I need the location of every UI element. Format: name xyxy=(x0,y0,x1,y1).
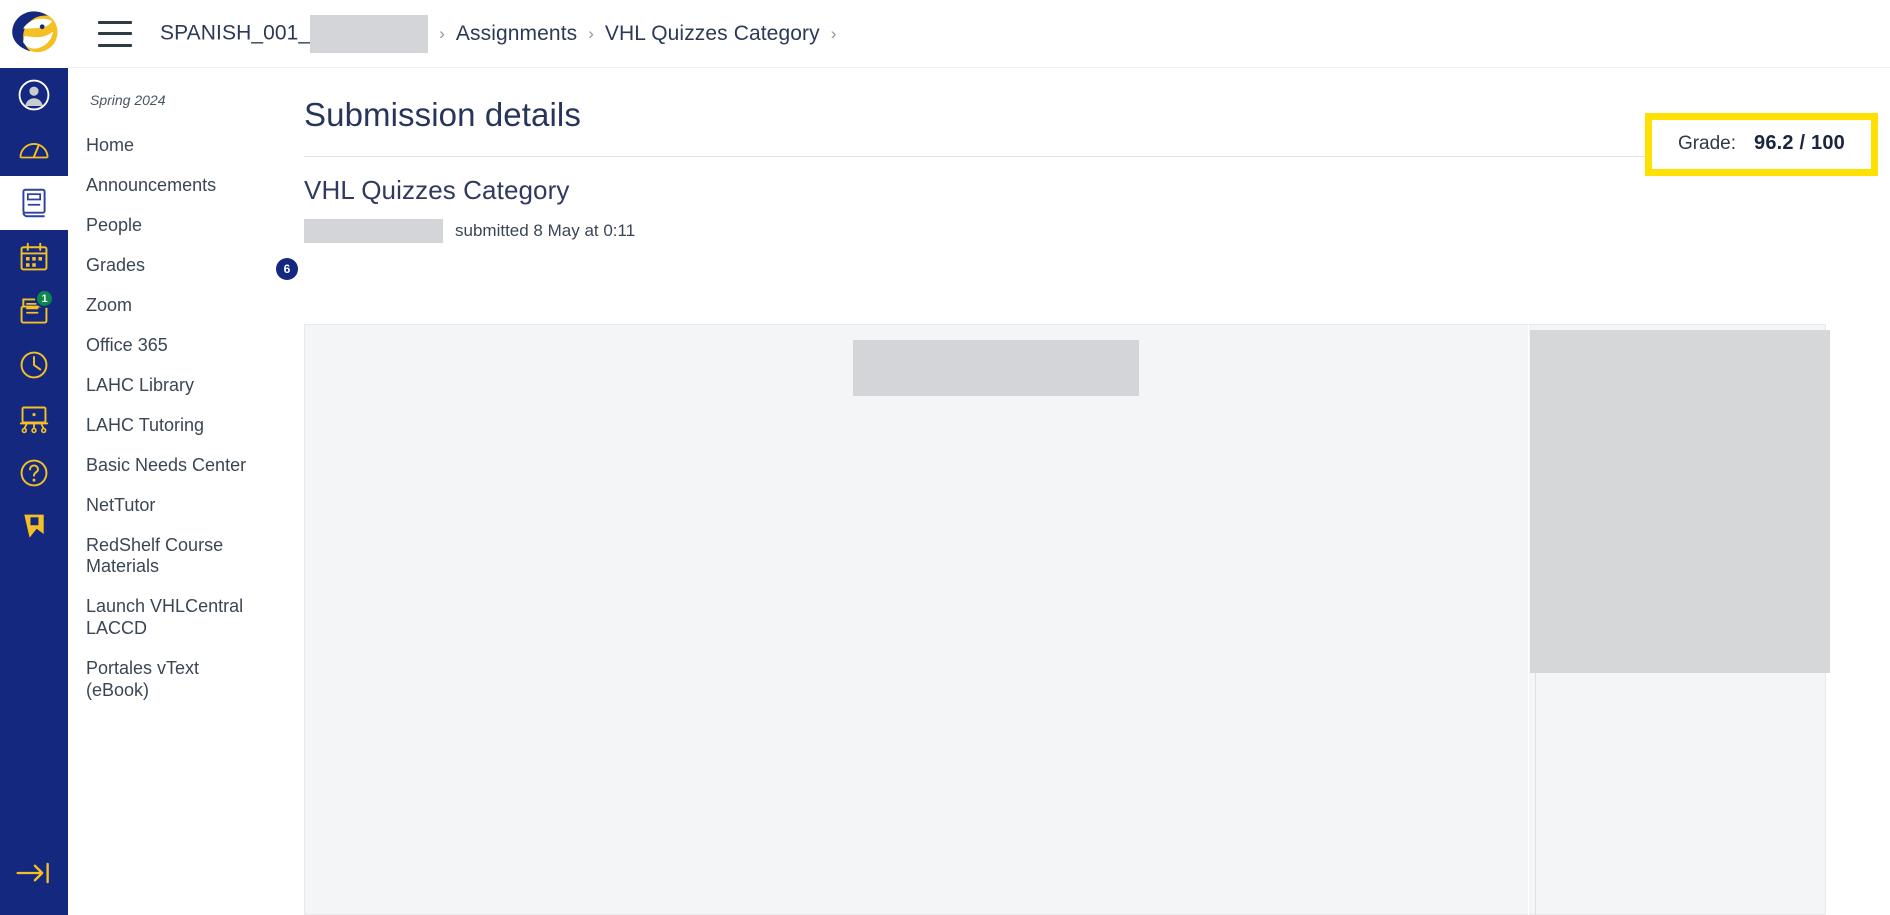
breadcrumb-separator: › xyxy=(830,23,837,43)
sidebar-item-announcements[interactable]: Announcements xyxy=(68,166,304,206)
main-content: Submission details VHL Quizzes Category … xyxy=(304,68,1890,915)
breadcrumb: SPANISH_001_ › Assignments › VHL Quizzes… xyxy=(160,14,847,53)
gnav-item-history[interactable] xyxy=(0,338,68,392)
sidebar-item-label: Basic Needs Center xyxy=(86,454,247,475)
sidebar-item-nettutor[interactable]: NetTutor xyxy=(68,486,304,526)
grade-value: 96.2 / 100 xyxy=(1754,132,1845,154)
gnav-item-bookmark[interactable] xyxy=(0,500,68,554)
courses-icon xyxy=(22,188,46,218)
breadcrumb-course-redacted xyxy=(310,14,429,53)
hamburger-line xyxy=(98,20,132,24)
preview-redacted-block-side xyxy=(1530,330,1830,673)
title-divider xyxy=(304,156,1860,157)
sidebar-item-zoom[interactable]: Zoom xyxy=(68,286,304,326)
sidebar-item-label: Office 365 xyxy=(86,334,168,355)
breadcrumb-item-course[interactable]: SPANISH_001_ xyxy=(160,14,429,53)
sidebar-item-label: NetTutor xyxy=(86,494,156,515)
sidebar-item-lahc-library[interactable]: LAHC Library xyxy=(68,366,304,406)
sidebar-item-portales-vtext-ebook[interactable]: Portales vText (eBook) xyxy=(68,649,304,711)
calendar-icon xyxy=(20,242,48,271)
sidebar-item-label: LAHC Library xyxy=(86,374,195,395)
gnav-item-help[interactable] xyxy=(0,446,68,500)
assignment-title: VHL Quizzes Category xyxy=(304,175,570,205)
submitted-timestamp: submitted 8 May at 0:11 xyxy=(455,221,636,240)
sidebar-item-label: Launch VHLCentral LACCD xyxy=(86,596,244,639)
dashboard-icon xyxy=(19,142,49,159)
hamburger-line xyxy=(98,43,132,47)
sidebar-item-label: Zoom xyxy=(86,294,133,315)
breadcrumb-separator: › xyxy=(588,23,594,43)
gnav-item-dashboard[interactable] xyxy=(0,122,68,176)
history-icon xyxy=(20,351,48,379)
sidebar-item-launch-vhlcentral-laccd[interactable]: Launch VHLCentral LACCD xyxy=(68,587,304,649)
breadcrumb-item-assignments[interactable]: Assignments xyxy=(456,22,577,46)
sidebar-item-redshelf-course-materials[interactable]: RedShelf Course Materials xyxy=(68,526,304,588)
term-label: Spring 2024 xyxy=(90,92,166,108)
eagle-logo[interactable] xyxy=(0,0,68,68)
inbox-unread-badge: 1 xyxy=(35,289,54,308)
grades-count-badge: 6 xyxy=(276,257,298,280)
gnav-item-calendar[interactable] xyxy=(0,230,68,284)
page-title: Submission details xyxy=(304,96,581,133)
preview-redacted-block-top xyxy=(853,340,1139,396)
gnav-item-account[interactable] xyxy=(0,68,68,122)
gnav-collapse-toggle[interactable] xyxy=(0,853,68,893)
sidebar-item-office365[interactable]: Office 365 xyxy=(68,326,304,366)
gnav-item-inbox[interactable]: 1 xyxy=(0,284,68,338)
sidebar-item-label: People xyxy=(86,214,143,235)
breadcrumb-item-current[interactable]: VHL Quizzes Category xyxy=(605,22,820,46)
studio-icon xyxy=(19,406,49,434)
hamburger-icon[interactable] xyxy=(98,20,132,47)
sidebar-item-label: Home xyxy=(86,135,135,155)
grade-box: Grade: 96.2 / 100 xyxy=(1644,113,1878,176)
hamburger-line xyxy=(98,32,132,35)
sidebar-item-label: Portales vText (eBook) xyxy=(86,658,200,701)
sidebar-item-grades[interactable]: Grades 6 xyxy=(68,246,304,286)
account-icon xyxy=(18,79,50,111)
sidebar-item-label: LAHC Tutoring xyxy=(86,414,205,435)
gnav-item-courses[interactable] xyxy=(0,176,68,230)
course-navigation: Spring 2024 Home Announcements People Gr… xyxy=(68,68,304,915)
submitter-name-redacted xyxy=(304,219,443,243)
submission-preview-panel[interactable] xyxy=(304,324,1528,915)
sidebar-item-home[interactable]: Home xyxy=(68,126,304,166)
sidebar-item-label: Announcements xyxy=(86,174,217,195)
grade-label: Grade: xyxy=(1677,133,1737,154)
breadcrumb-separator: › xyxy=(439,23,445,43)
sidebar-item-basic-needs-center[interactable]: Basic Needs Center xyxy=(68,446,304,486)
bookmark-icon xyxy=(24,514,44,538)
sidebar-item-label: RedShelf Course Materials xyxy=(86,534,224,577)
sidebar-item-people[interactable]: People xyxy=(68,206,304,246)
help-icon xyxy=(20,459,48,487)
sidebar-item-label: Grades xyxy=(86,254,146,275)
breadcrumb-bar: SPANISH_001_ › Assignments › VHL Quizzes… xyxy=(68,0,1890,68)
gnav-item-studio[interactable] xyxy=(0,392,68,446)
arrow-right-to-line-icon xyxy=(16,862,49,884)
submission-meta: submitted 8 May at 0:11 xyxy=(304,219,1860,243)
breadcrumb-course-label: SPANISH_001_ xyxy=(160,21,311,45)
sidebar-item-lahc-tutoring[interactable]: LAHC Tutoring xyxy=(68,406,304,446)
global-navigation[interactable]: 1 xyxy=(0,0,68,915)
